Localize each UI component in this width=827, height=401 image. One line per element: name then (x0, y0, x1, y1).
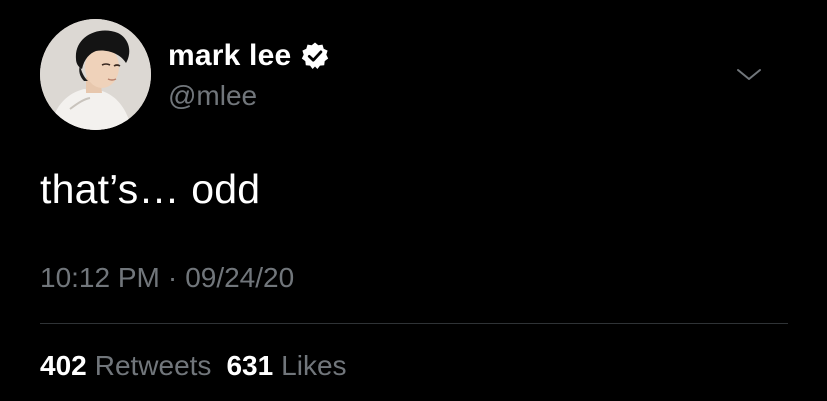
author-display-name[interactable]: mark lee (168, 39, 291, 73)
divider (40, 323, 788, 324)
retweets-count: 402 (40, 350, 87, 381)
likes-count: 631 (226, 350, 274, 381)
verified-badge-icon (300, 41, 330, 71)
meta-separator: · (167, 262, 178, 293)
author-name-row: mark lee (168, 36, 330, 76)
avatar-photo (40, 19, 151, 130)
tweet-timestamp: 10:12 PM · 09/24/20 (40, 262, 294, 294)
tweet-text: that’s… odd (40, 166, 261, 212)
likes-label: Likes (281, 350, 347, 381)
tweet-stats: 402 Retweets 631 Likes (40, 350, 362, 382)
likes-stat[interactable]: 631 Likes (226, 350, 346, 382)
author-handle[interactable]: @mlee (168, 80, 257, 112)
retweets-label: Retweets (94, 350, 212, 381)
avatar[interactable] (40, 19, 151, 130)
tweet-time[interactable]: 10:12 PM (40, 262, 160, 294)
tweet-card: mark lee @mlee that’s… odd 10:12 PM · 09… (0, 0, 827, 401)
chevron-down-icon[interactable] (734, 60, 764, 90)
retweets-stat[interactable]: 402 Retweets (40, 350, 211, 382)
tweet-date[interactable]: 09/24/20 (185, 262, 294, 294)
